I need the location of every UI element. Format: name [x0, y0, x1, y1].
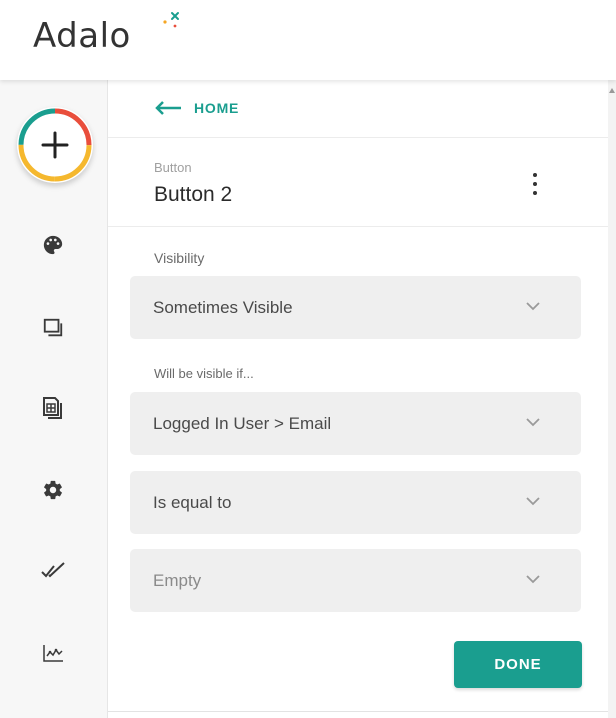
database-icon — [43, 397, 62, 419]
condition-field-select[interactable]: Logged In User > Email — [130, 392, 581, 455]
gear-icon — [44, 480, 62, 500]
condition-field-value: Logged In User > Email — [153, 414, 332, 433]
sidebar-item-analytics[interactable] — [38, 638, 68, 668]
divider — [108, 711, 608, 712]
component-type: Button — [154, 160, 192, 175]
chevron-down-icon — [526, 497, 540, 506]
sidebar-item-publish[interactable] — [38, 556, 68, 586]
component-name[interactable]: Button 2 — [154, 183, 232, 207]
breadcrumb: HOME — [108, 80, 608, 138]
condition-operator-value: Is equal to — [153, 493, 232, 512]
more-options-button[interactable] — [523, 171, 547, 201]
component-panel: HOME Button Button 2 Visibility Sometime… — [108, 80, 608, 718]
arrow-left-icon — [155, 101, 181, 115]
visibility-select[interactable]: Sometimes Visible — [130, 276, 581, 339]
sparkle-icon — [163, 12, 179, 28]
back-home-link[interactable]: HOME — [154, 100, 239, 116]
condition-compare-value: Empty — [153, 571, 202, 590]
sidebar-item-database[interactable] — [38, 393, 68, 423]
more-vert-icon — [533, 173, 537, 177]
done-button[interactable]: DONE — [454, 641, 582, 688]
logo-text: Adalo — [33, 16, 131, 56]
analytics-icon — [43, 645, 63, 662]
component-header: Button Button 2 — [108, 138, 608, 227]
sidebar-item-settings[interactable] — [38, 475, 68, 505]
screens-icon — [43, 318, 63, 337]
scrollbar[interactable] — [608, 80, 616, 718]
top-bar: Adalo — [0, 0, 616, 80]
visibility-value: Sometimes Visible — [153, 298, 293, 317]
palette-icon — [43, 235, 63, 255]
visibility-label: Visibility — [154, 250, 205, 266]
chevron-down-icon — [526, 575, 540, 584]
chevron-down-icon — [526, 302, 540, 311]
plus-icon — [18, 108, 92, 182]
condition-compare-select[interactable]: Empty — [130, 549, 581, 612]
adalo-logo[interactable]: Adalo — [33, 12, 179, 56]
chevron-down-icon — [526, 418, 540, 427]
double-check-icon — [41, 562, 65, 578]
sidebar-item-branding[interactable] — [38, 230, 68, 260]
condition-label: Will be visible if... — [154, 366, 254, 381]
home-label: HOME — [194, 100, 240, 116]
sidebar-item-screens[interactable] — [38, 313, 68, 343]
sidebar — [0, 80, 108, 718]
add-component-button[interactable] — [17, 107, 93, 183]
scroll-up-arrow-icon[interactable] — [609, 88, 615, 93]
condition-operator-select[interactable]: Is equal to — [130, 471, 581, 534]
